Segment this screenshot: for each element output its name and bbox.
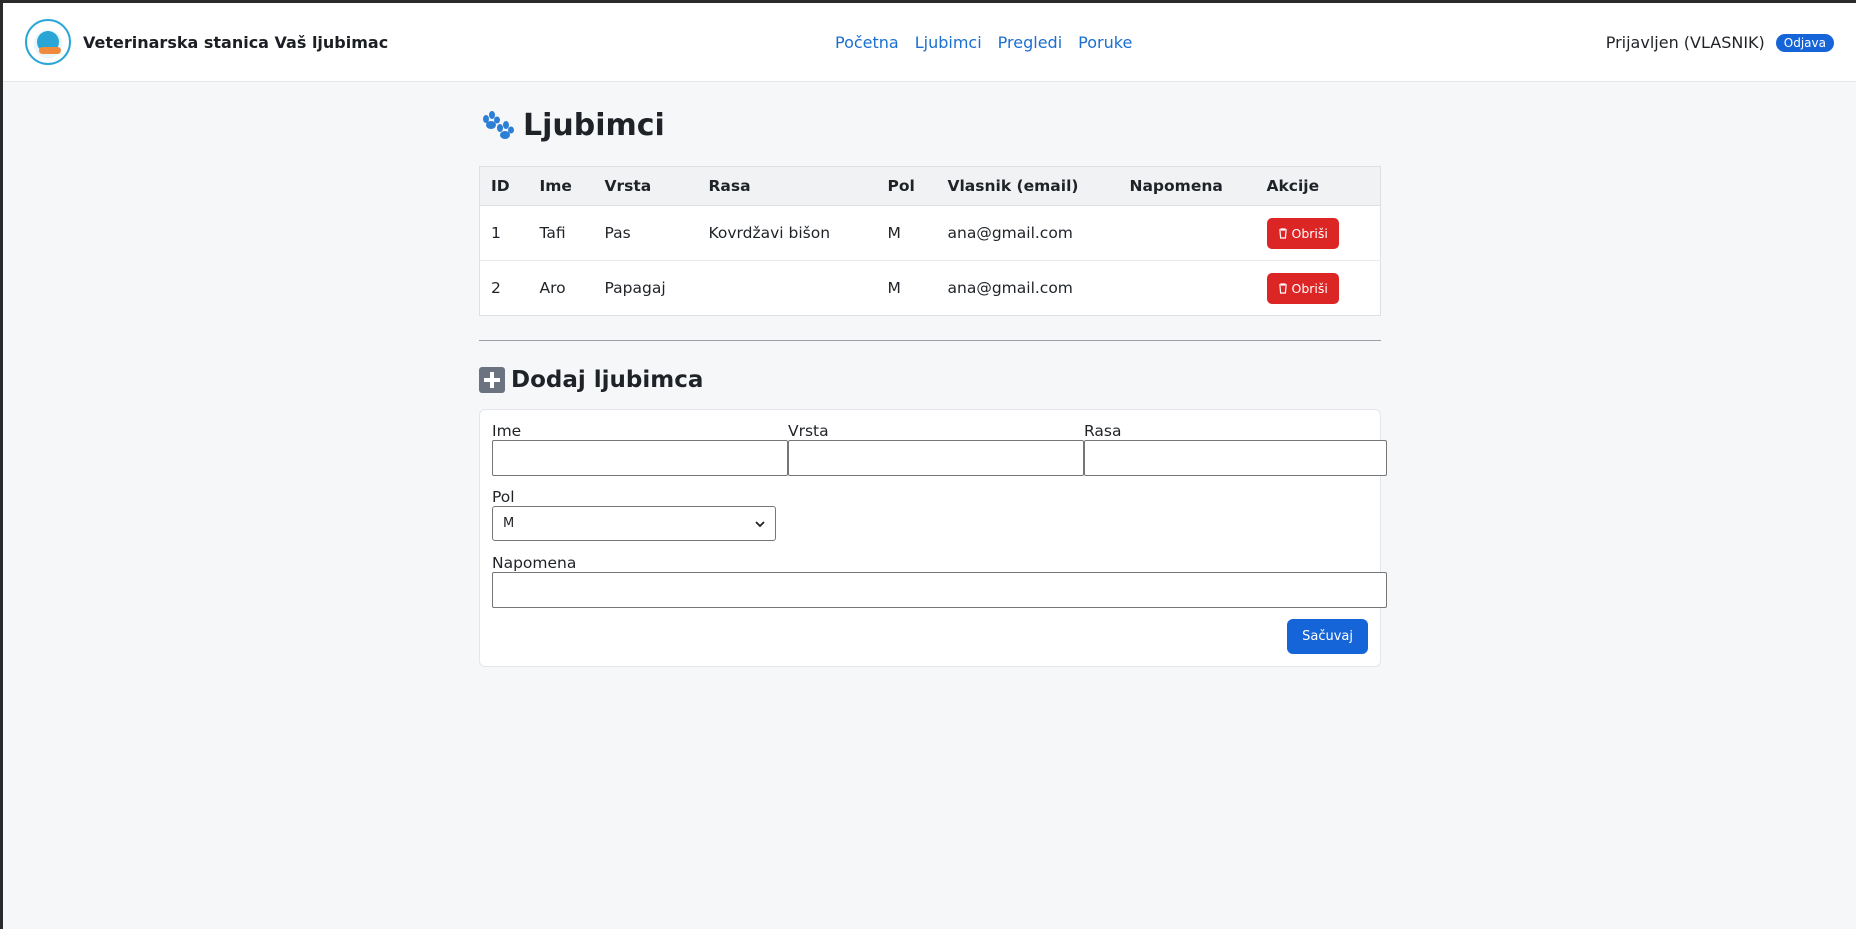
col-vrsta: Vrsta [593,166,698,206]
cell-napomena [1119,261,1256,316]
trash-icon [1278,282,1287,294]
delete-label: Obriši [1291,225,1328,241]
vrsta-label: Vrsta [788,422,829,440]
cell-ime: Aro [539,279,566,297]
table-header-row: ID Ime Vrsta Rasa Pol Vlasnik (email) Na… [479,166,1381,206]
pets-table: ID Ime Vrsta Rasa Pol Vlasnik (email) Na… [479,166,1381,316]
cell-id: 1 [479,205,529,261]
cell-vlasnik: ana@gmail.com [936,205,1119,261]
trash-icon [1278,227,1287,239]
cell-rasa [698,261,877,316]
cell-pol: M [887,279,901,297]
page-heading: Ljubimci [479,103,1381,147]
pol-group: Pol M [492,488,1368,541]
main-content: Ljubimci ID Ime Vrsta Rasa Pol Vlasnik (… [479,103,1387,667]
form-row-main: Ime Vrsta Rasa [492,422,1387,476]
form-heading: Dodaj ljubimca [479,365,1381,395]
nav-link-ljubimci[interactable]: Ljubimci [915,33,982,52]
col-rasa: Rasa [697,166,877,206]
paw-icon [479,110,515,140]
table-row: 2 Aro Papagaj M ana@gmail.com Obriši [480,261,1381,316]
add-pet-form: Ime Vrsta Rasa Pol M Napomena Sačuvaj [479,409,1387,667]
rasa-input[interactable] [1084,440,1387,476]
save-button[interactable]: Sačuvaj [1287,619,1368,654]
ime-label: Ime [492,422,522,440]
section-divider [479,340,1381,341]
brand[interactable]: Veterinarska stanica Vaš ljubimac [25,19,388,65]
col-akcije: Akcije [1255,166,1381,206]
cell-ime: Tafi [528,205,594,261]
col-ime: Ime [528,166,594,206]
plus-icon [479,367,505,393]
nav-links: Početna Ljubimci Pregledi Poruke [835,3,1132,82]
cell-id: 2 [491,279,501,297]
nav-link-pregledi[interactable]: Pregledi [998,33,1062,52]
cell-rasa: Kovrdžavi bišon [697,205,877,261]
chevron-down-icon [755,517,765,531]
cell-akcije: Obriši [1256,261,1381,316]
nav-link-pocetna[interactable]: Početna [835,33,899,52]
rasa-label: Rasa [1084,422,1122,440]
user-area: Prijavljen (VLASNIK) Odjava [1606,3,1834,82]
ime-input[interactable] [492,440,788,476]
user-status: Prijavljen (VLASNIK) [1605,33,1765,52]
top-navbar: Veterinarska stanica Vaš ljubimac Početn… [3,3,1856,82]
cell-akcije: Obriši [1255,205,1381,261]
form-title: Dodaj ljubimca [511,367,704,393]
col-pol: Pol [876,166,937,206]
vrsta-input[interactable] [788,440,1084,476]
brand-title: Veterinarska stanica Vaš ljubimac [83,32,389,52]
cell-pol: M [876,205,937,261]
delete-label: Obriši [1291,280,1328,296]
napomena-group: Napomena [492,554,1387,608]
rasa-group: Rasa [1084,422,1387,476]
vrsta-group: Vrsta [788,422,1084,476]
clinic-logo [25,19,71,65]
cell-vrsta: Papagaj [604,279,666,297]
logout-button[interactable]: Odjava [1775,33,1834,52]
page-title: Ljubimci [523,107,665,143]
delete-button[interactable]: Obriši [1266,272,1339,304]
delete-button[interactable]: Obriši [1266,217,1339,249]
napomena-input[interactable] [492,572,1387,608]
nav-link-poruke[interactable]: Poruke [1078,33,1132,52]
pol-label: Pol [492,488,515,506]
col-id: ID [479,166,529,206]
cell-vlasnik: ana@gmail.com [947,279,1073,297]
cell-vrsta: Pas [593,205,698,261]
pol-selected-value: M [503,516,515,531]
pol-select[interactable]: M [492,506,776,541]
napomena-label: Napomena [492,554,577,572]
cell-napomena [1118,205,1256,261]
col-vlasnik: Vlasnik (email) [936,166,1119,206]
col-napomena: Napomena [1118,166,1256,206]
ime-group: Ime [492,422,788,476]
table-row: 1 Tafi Pas Kovrdžavi bišon M ana@gmail.c… [479,205,1381,261]
